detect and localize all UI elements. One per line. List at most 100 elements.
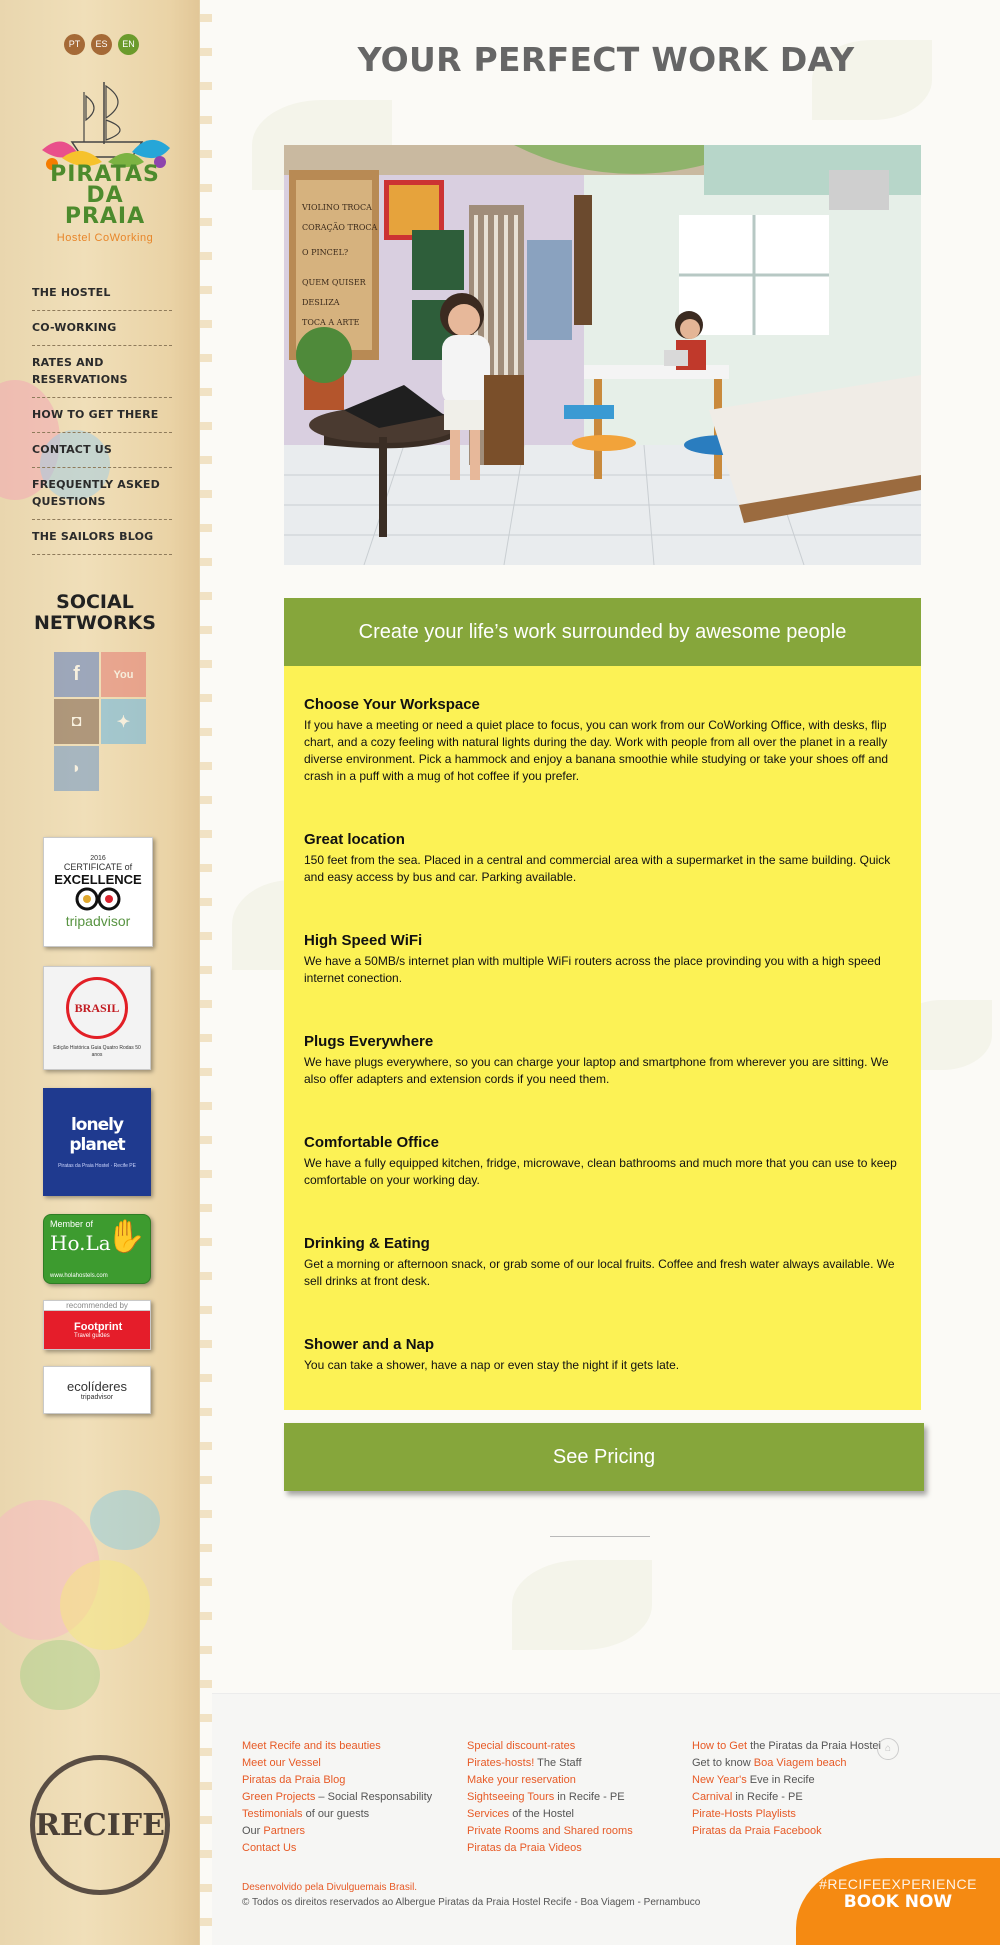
footer-column-3: How to Get the Piratas da Praia Hostel G… xyxy=(692,1738,881,1840)
tripadvisor-certificate-badge[interactable]: 2016 CERTIFICATE of EXCELLENCE tripadvis… xyxy=(43,837,153,947)
footer-link: Pirates-hosts! The Staff xyxy=(467,1755,633,1772)
footer-link-text[interactable]: Green Projects xyxy=(242,1791,315,1803)
feature-title: Plugs Everywhere xyxy=(304,1033,434,1050)
ecolideres-badge[interactable]: ecolíderes tripadvisor xyxy=(43,1366,151,1414)
footer-text: Our xyxy=(242,1825,264,1837)
footer-link: Sightseeing Tours in Recife - PE xyxy=(467,1789,633,1806)
lang-pt-button[interactable]: PT xyxy=(64,34,85,55)
footer-link-text[interactable]: Sightseeing Tours xyxy=(467,1791,554,1803)
copyright-text: © Todos os direitos reservados ao Alberg… xyxy=(242,1897,701,1908)
feature-text: We have a fully equipped kitchen, fridge… xyxy=(304,1156,897,1187)
hand-icon: ✋ xyxy=(106,1218,146,1254)
rss-icon[interactable]: ◗ xyxy=(54,746,99,791)
scroll-to-top-icon[interactable]: ⌂ xyxy=(877,1738,899,1760)
feature-title: Great location xyxy=(304,831,405,848)
footer-link-text[interactable]: Piratas da Praia Blog xyxy=(242,1774,345,1786)
nav-item-sailors-blog[interactable]: THE SAILORS BLOG xyxy=(32,520,172,555)
footer-link: Carnival in Recife - PE xyxy=(692,1789,881,1806)
footer-link-text[interactable]: Meet our Vessel xyxy=(242,1757,321,1769)
feature-item: Great location 150 feet from the sea. Pl… xyxy=(304,831,901,886)
footer-text: in Recife - PE xyxy=(732,1791,803,1803)
footprint-badge[interactable]: recommended by Footprint Travel guides xyxy=(43,1300,151,1350)
feature-title: Comfortable Office xyxy=(304,1134,440,1151)
footer-link-text[interactable]: Pirate-Hosts Playlists xyxy=(692,1808,796,1820)
footer-text: in Recife - PE xyxy=(554,1791,625,1803)
youtube-icon[interactable]: You xyxy=(101,652,146,697)
badge-brand: tripadvisor xyxy=(65,913,131,929)
nav-item-contact-us[interactable]: CONTACT US xyxy=(32,433,172,468)
badge-brand: Footprint xyxy=(74,1321,123,1333)
footer-link: Meet Recife and its beauties xyxy=(242,1738,432,1755)
feature-item: Drinking & Eating Get a morning or after… xyxy=(304,1235,901,1290)
footer-link: Make your reservation xyxy=(467,1772,633,1789)
footer-link-text[interactable]: Carnival xyxy=(692,1791,732,1803)
footer-link: Our Partners xyxy=(242,1823,432,1840)
footer-link-text[interactable]: Services xyxy=(467,1808,509,1820)
feature-text: We have a 50MB/s internet plan with mult… xyxy=(304,954,881,985)
footer-link-text[interactable]: How to Get xyxy=(692,1740,747,1752)
feature-text: We have plugs everywhere, so you can cha… xyxy=(304,1055,889,1086)
footer-text: Eve in Recife xyxy=(746,1774,815,1786)
footer-link-text[interactable]: New Year's xyxy=(692,1774,747,1786)
page-title: YOUR PERFECT WORK DAY xyxy=(357,40,855,79)
logo-subtitle: Hostel CoWorking xyxy=(56,232,154,244)
coworking-room-illustration: VIOLINO TROCA CORAÇÃO TROCA O PINCEL? QU… xyxy=(284,145,921,565)
footer-link: Piratas da Praia Blog xyxy=(242,1772,432,1789)
feature-title: High Speed WiFi xyxy=(304,932,423,949)
badge-brand: lonely planet xyxy=(69,1115,125,1155)
footer-link: Testimonials of our guests xyxy=(242,1806,432,1823)
social-icons: f You ◘ ✦ ◗ xyxy=(54,652,150,791)
footer-column-2: Special discount-rates Pirates-hosts! Th… xyxy=(467,1738,633,1857)
recife-stamp: RECIFE xyxy=(30,1755,170,1895)
book-label: BOOK NOW xyxy=(843,1892,953,1912)
quatro-rodas-badge[interactable]: BRASIL Edição Histórica Guia Quatro Roda… xyxy=(43,966,151,1070)
badge-sub: tripadvisor xyxy=(80,1394,114,1401)
hola-hostels-badge[interactable]: Member of Ho.La ✋ www.holahostels.com xyxy=(43,1214,151,1284)
facebook-icon[interactable]: f xyxy=(54,652,99,697)
footer-link: Green Projects – Social Responsability xyxy=(242,1789,432,1806)
badge-top: recommended by xyxy=(44,1301,150,1311)
lonely-planet-badge[interactable]: lonely planet Piratas da Praia Hostel · … xyxy=(43,1088,151,1196)
nav-item-how-to-get-there[interactable]: HOW TO GET THERE xyxy=(32,398,172,433)
nav-item-the-hostel[interactable]: THE HOSTEL xyxy=(32,276,172,311)
nav-item-co-working[interactable]: CO-WORKING xyxy=(32,311,172,346)
footer-link-text[interactable]: Piratas da Praia Facebook xyxy=(692,1825,822,1837)
twitter-icon[interactable]: ✦ xyxy=(101,699,146,744)
decor-blob xyxy=(90,1490,160,1550)
site-logo[interactable]: PIRATAS DA PRAIA Hostel CoWorking xyxy=(32,72,178,252)
footer-link-text[interactable]: Contact Us xyxy=(242,1842,296,1854)
nav-item-rates-reservations[interactable]: RATES AND RESERVATIONS xyxy=(32,346,172,398)
board-line: DESLIZA xyxy=(302,298,340,307)
badge-caption: Edição Histórica Guia Quatro Rodas 50 an… xyxy=(53,1045,141,1058)
developer-link[interactable]: Desenvolvido pela Divulguemais Brasil. xyxy=(242,1882,417,1893)
feature-text: 150 feet from the sea. Placed in a centr… xyxy=(304,853,891,884)
lang-en-button[interactable]: EN xyxy=(118,34,139,55)
badge-url: www.holahostels.com xyxy=(50,1273,108,1279)
footer-link-text[interactable]: Testimonials xyxy=(242,1808,303,1820)
sidebar: PT ES EN PIRATAS DA PRAIA Hostel CoWorki… xyxy=(0,0,212,1945)
lang-es-button[interactable]: ES xyxy=(91,34,112,55)
decor-leaf xyxy=(512,1560,652,1650)
see-pricing-button[interactable]: See Pricing xyxy=(284,1423,924,1491)
footer-link-text[interactable]: Partners xyxy=(263,1825,305,1837)
badge-brand: ecolíderes xyxy=(67,1379,127,1394)
features-card: Create your life’s work surrounded by aw… xyxy=(284,598,921,1410)
footer-link-text[interactable]: Special discount-rates xyxy=(467,1740,575,1752)
badge-seal: BRASIL xyxy=(66,977,128,1039)
board-line: QUEM QUISER xyxy=(302,278,367,287)
footer-link-text[interactable]: Private Rooms and Shared rooms xyxy=(467,1825,633,1837)
main-content: YOUR PERFECT WORK DAY VIOLINO TROCA CORA… xyxy=(212,0,1000,1690)
footer-link-text[interactable]: Make your reservation xyxy=(467,1774,576,1786)
book-tag: #RECIFEEXPERIENCE xyxy=(819,1876,977,1892)
divider xyxy=(550,1536,650,1537)
footer-link-text[interactable]: Meet Recife and its beauties xyxy=(242,1740,381,1752)
footer-link: Services of the Hostel xyxy=(467,1806,633,1823)
footer-link-text[interactable]: Pirates-hosts! xyxy=(467,1757,534,1769)
nav-item-faq[interactable]: FREQUENTLY ASKED QUESTIONS xyxy=(32,468,172,520)
footer-link-text[interactable]: Boa Viagem beach xyxy=(754,1757,847,1769)
footer-link: Get to know Boa Viagem beach xyxy=(692,1755,881,1772)
card-heading: Create your life’s work surrounded by aw… xyxy=(284,598,921,666)
badge-line1: CERTIFICATE of xyxy=(63,862,133,872)
footer-link-text[interactable]: Piratas da Praia Videos xyxy=(467,1842,582,1854)
instagram-icon[interactable]: ◘ xyxy=(54,699,99,744)
